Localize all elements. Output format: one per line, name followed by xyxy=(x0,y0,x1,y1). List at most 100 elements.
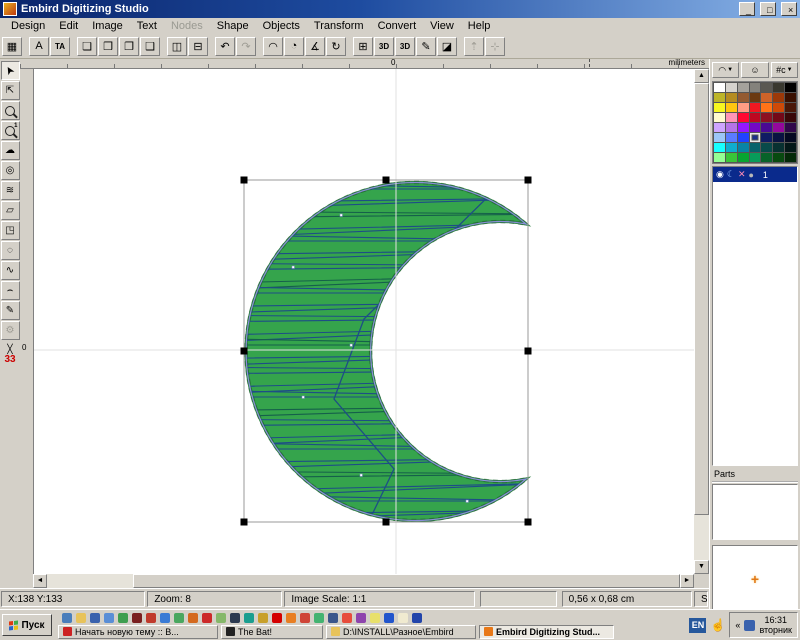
palette-swatch[interactable] xyxy=(738,113,749,122)
angle-tool[interactable]: ∡ xyxy=(305,37,325,56)
palette-swatch[interactable] xyxy=(750,143,761,152)
object-list[interactable]: ◉☾✕●1 xyxy=(712,166,798,466)
quick-launch-icon-19[interactable] xyxy=(314,613,324,623)
menu-design[interactable]: Design xyxy=(4,19,52,33)
restore-button[interactable]: □ xyxy=(760,2,776,16)
palette-swatch[interactable] xyxy=(726,123,737,132)
palette-swatch[interactable] xyxy=(761,143,772,152)
copy-button[interactable]: ◫ xyxy=(167,37,187,56)
quick-launch-icon-10[interactable] xyxy=(188,613,198,623)
palette-swatch[interactable] xyxy=(750,113,761,122)
menu-help[interactable]: Help xyxy=(461,19,498,33)
palette-swatch[interactable] xyxy=(761,83,772,92)
palette-swatch[interactable] xyxy=(726,153,737,162)
freehand-fill-tool[interactable]: ☁ xyxy=(1,141,20,160)
quick-launch-icon-22[interactable] xyxy=(356,613,366,623)
quick-launch-icon-12[interactable] xyxy=(216,613,226,623)
palette-swatch[interactable] xyxy=(785,133,796,142)
selection-handle[interactable] xyxy=(241,519,248,526)
vertical-scrollbar[interactable]: ▲ ▼ xyxy=(694,69,709,574)
pattern-fill-tool[interactable]: ≋ xyxy=(1,181,20,200)
design-browser[interactable]: ▦ xyxy=(2,37,22,56)
quick-launch-icon-2[interactable] xyxy=(76,613,86,623)
quick-launch-icon-6[interactable] xyxy=(132,613,142,623)
palette-swatch[interactable] xyxy=(738,133,749,142)
palette-swatch[interactable] xyxy=(785,83,796,92)
zigzag-tool[interactable]: ∿ xyxy=(1,261,20,280)
quick-launch-icon-25[interactable] xyxy=(398,613,408,623)
selection-handle[interactable] xyxy=(525,519,532,526)
tray-app-icon[interactable] xyxy=(744,620,755,631)
zoom-tool[interactable] xyxy=(1,101,20,120)
task-button[interactable]: D:\INSTALL\Разное\Embird xyxy=(326,625,476,639)
palette-swatch[interactable] xyxy=(750,103,761,112)
palette-swatch[interactable] xyxy=(761,133,772,142)
view-3d-grid-button[interactable]: 3D xyxy=(395,37,415,56)
palette-swatch[interactable] xyxy=(738,93,749,102)
curve-measure-tool[interactable]: ◠ xyxy=(263,37,283,56)
column-shape-tool[interactable]: ◳ xyxy=(1,221,20,240)
palette-swatch[interactable] xyxy=(761,93,772,102)
close-button[interactable]: × xyxy=(781,2,797,16)
quick-launch-icon-3[interactable] xyxy=(90,613,100,623)
palette-swatch[interactable] xyxy=(726,103,737,112)
menu-edit[interactable]: Edit xyxy=(52,19,85,33)
palette-swatch[interactable] xyxy=(738,83,749,92)
language-indicator[interactable]: EN xyxy=(689,618,706,633)
palette-swatch[interactable] xyxy=(714,153,725,162)
text-transform-tool[interactable]: TA xyxy=(50,37,70,56)
horizontal-scroll-track[interactable] xyxy=(47,574,133,588)
palette-swatch[interactable] xyxy=(785,93,796,102)
arc-tool[interactable]: ⌢ xyxy=(1,281,20,300)
visibility-eye-icon[interactable]: ◉ xyxy=(716,169,724,180)
design-canvas[interactable] xyxy=(34,69,694,574)
object-list-item[interactable]: ◉☾✕●1 xyxy=(713,167,797,182)
palette-swatch[interactable] xyxy=(785,103,796,112)
quick-launch-icon-4[interactable] xyxy=(104,613,114,623)
palette-swatch[interactable] xyxy=(773,93,784,102)
selection-handle[interactable] xyxy=(241,348,248,355)
menu-shape[interactable]: Shape xyxy=(210,19,256,33)
curve-style-dropdown[interactable]: ◠▼ xyxy=(712,62,739,78)
task-button[interactable]: Начать новую тему :: B... xyxy=(58,625,218,639)
text-tool[interactable]: A xyxy=(29,37,49,56)
delete-mark-icon[interactable]: ✕ xyxy=(738,169,746,180)
palette-swatch[interactable] xyxy=(726,93,737,102)
menu-objects[interactable]: Objects xyxy=(256,19,307,33)
stitch-edit-tool[interactable]: ✎ xyxy=(416,37,436,56)
quick-launch-icon-17[interactable] xyxy=(286,613,296,623)
palette-swatch[interactable] xyxy=(761,153,772,162)
undo-button[interactable]: ↶ xyxy=(215,37,235,56)
menu-text[interactable]: Text xyxy=(130,19,164,33)
tray-expand-chevron[interactable]: « xyxy=(735,620,740,630)
mascot-button[interactable]: ☺ xyxy=(741,62,768,78)
palette-swatch[interactable] xyxy=(738,123,749,132)
palette-swatch[interactable] xyxy=(714,93,725,102)
menu-transform[interactable]: Transform xyxy=(307,19,371,33)
scroll-left-button[interactable]: ◄ xyxy=(33,574,47,588)
palette-swatch[interactable] xyxy=(773,153,784,162)
quick-launch-icon-8[interactable] xyxy=(160,613,170,623)
quick-launch-icon-24[interactable] xyxy=(384,613,394,623)
quick-launch-icon-13[interactable] xyxy=(230,613,240,623)
task-button[interactable]: The Bat! xyxy=(221,625,323,639)
menu-view[interactable]: View xyxy=(423,19,461,33)
quick-launch-icon-23[interactable] xyxy=(370,613,380,623)
menu-nodes[interactable]: Nodes xyxy=(164,19,210,33)
palette-swatch[interactable] xyxy=(773,123,784,132)
quick-launch-icon-18[interactable] xyxy=(300,613,310,623)
rotate-tool[interactable]: ↻ xyxy=(326,37,346,56)
palette-swatch[interactable] xyxy=(750,133,761,142)
palette-swatch[interactable] xyxy=(785,143,796,152)
palette-swatch[interactable] xyxy=(714,133,725,142)
quick-launch-icon-26[interactable] xyxy=(412,613,422,623)
palette-swatch[interactable] xyxy=(785,113,796,122)
minimize-button[interactable]: _ xyxy=(739,2,755,16)
palette-swatch[interactable] xyxy=(750,153,761,162)
quick-launch-icon-15[interactable] xyxy=(258,613,268,623)
pointer-tool[interactable]: ➤ xyxy=(1,61,20,80)
palette-swatch[interactable] xyxy=(761,113,772,122)
parts-list[interactable] xyxy=(712,484,798,540)
vertical-scroll-thumb[interactable] xyxy=(694,83,709,515)
palette-swatch[interactable] xyxy=(714,143,725,152)
